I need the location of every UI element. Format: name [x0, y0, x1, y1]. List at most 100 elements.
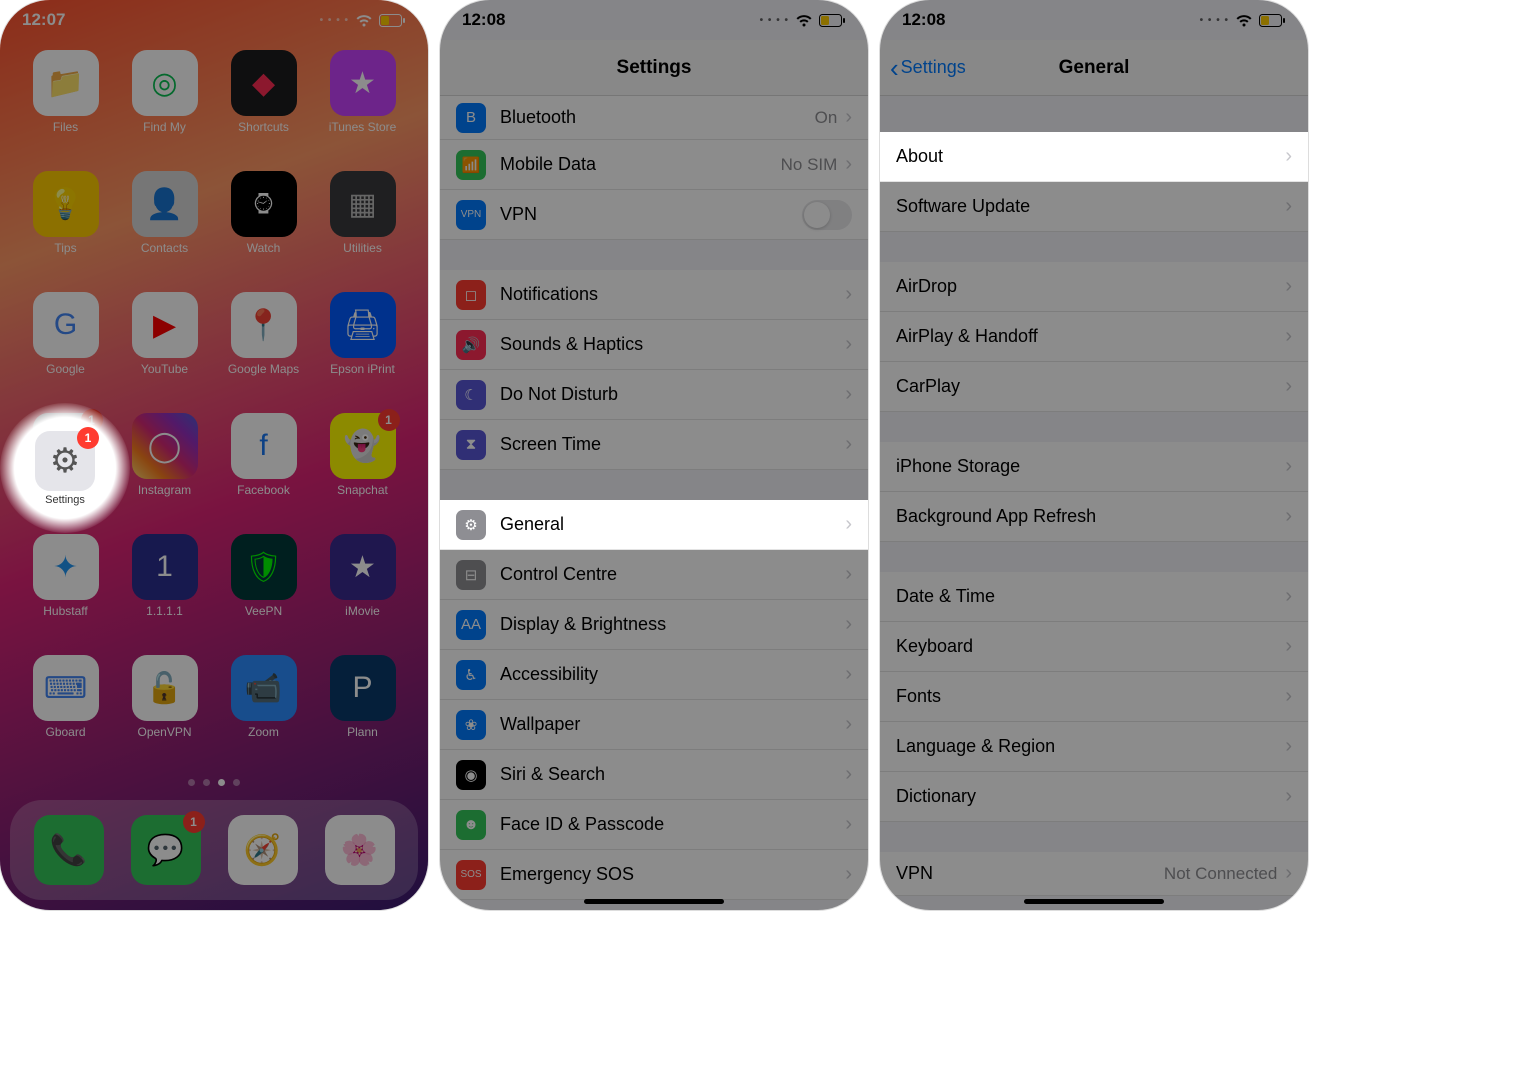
back-button[interactable]: ‹ Settings	[890, 55, 966, 81]
row-siri-search[interactable]: ◉Siri & Search›	[440, 750, 868, 800]
app-label: Utilities	[343, 241, 382, 255]
chevron-right-icon: ›	[1285, 195, 1292, 218]
row-wallpaper[interactable]: ❀Wallpaper›	[440, 700, 868, 750]
row-vpn[interactable]: VPNVPN	[440, 190, 868, 240]
home-indicator[interactable]	[584, 899, 724, 904]
app-veepn[interactable]: 🛡VeePN	[216, 534, 311, 649]
app-contacts[interactable]: 👤Contacts	[117, 171, 212, 286]
row-label: Do Not Disturb	[500, 384, 845, 405]
app-google[interactable]: GGoogle	[18, 292, 113, 407]
row-airplay-handoff[interactable]: AirPlay & Handoff›	[880, 312, 1308, 362]
app-watch[interactable]: ⌚︎Watch	[216, 171, 311, 286]
row-sounds-haptics[interactable]: 🔊Sounds & Haptics›	[440, 320, 868, 370]
app-shortcuts[interactable]: ◆Shortcuts	[216, 50, 311, 165]
app-icon[interactable]: 🔓	[132, 655, 198, 721]
row-date-time[interactable]: Date & Time›	[880, 572, 1308, 622]
row-mobile-data[interactable]: 📶Mobile DataNo SIM›	[440, 140, 868, 190]
app-icon[interactable]: ⌨	[33, 655, 99, 721]
app-utilities[interactable]: ▦ Utilities	[315, 171, 410, 286]
settings-list[interactable]: BBluetoothOn›📶Mobile DataNo SIM›VPNVPN ◻︎…	[440, 96, 868, 900]
row-keyboard[interactable]: Keyboard›	[880, 622, 1308, 672]
row-background-app-refresh[interactable]: Background App Refresh›	[880, 492, 1308, 542]
app-openvpn[interactable]: 🔓OpenVPN	[117, 655, 212, 770]
status-bar: 12:07 • • • •	[0, 0, 428, 40]
app-icon[interactable]: 📹	[231, 655, 297, 721]
row-vpn[interactable]: VPNNot Connected›	[880, 852, 1308, 896]
app-icon[interactable]: 🛡	[231, 534, 297, 600]
row-general[interactable]: ⚙︎General›	[440, 500, 868, 550]
row-iphone-storage[interactable]: iPhone Storage›	[880, 442, 1308, 492]
app-google-maps[interactable]: 📍Google Maps	[216, 292, 311, 407]
row-notifications[interactable]: ◻︎Notifications›	[440, 270, 868, 320]
app-hubstaff[interactable]: ✦Hubstaff	[18, 534, 113, 649]
row-software-update[interactable]: Software Update›	[880, 182, 1308, 232]
app-instagram[interactable]: ◯ Instagram	[117, 413, 212, 528]
app-icon[interactable]: ▶	[132, 292, 198, 358]
app-find-my[interactable]: ◎Find My	[117, 50, 212, 165]
row-fonts[interactable]: Fonts›	[880, 672, 1308, 722]
app-imovie[interactable]: ★iMovie	[315, 534, 410, 649]
app-icon[interactable]: ⌚︎	[231, 171, 297, 237]
app-icon[interactable]: 👻1	[330, 413, 396, 479]
row-icon: SOS	[456, 860, 486, 890]
app-icon[interactable]: 📍	[231, 292, 297, 358]
row-icon: ☻	[456, 810, 486, 840]
row-label: Emergency SOS	[500, 864, 845, 885]
app-facebook[interactable]: fFacebook	[216, 413, 311, 528]
row-label: Control Centre	[500, 564, 845, 585]
row-carplay[interactable]: CarPlay›	[880, 362, 1308, 412]
app-icon[interactable]: f	[231, 413, 297, 479]
row-face-id-passcode[interactable]: ☻Face ID & Passcode›	[440, 800, 868, 850]
app-plann[interactable]: PPlann	[315, 655, 410, 770]
row-dictionary[interactable]: Dictionary›	[880, 772, 1308, 822]
app-gboard[interactable]: ⌨Gboard	[18, 655, 113, 770]
row-control-centre[interactable]: ⊟Control Centre›	[440, 550, 868, 600]
app-icon[interactable]: ◎	[132, 50, 198, 116]
app-icon[interactable]: ✦	[33, 534, 99, 600]
dock-app-photos[interactable]: 🌸	[325, 815, 395, 885]
row-label: Background App Refresh	[896, 506, 1285, 527]
app-epson-iprint[interactable]: 🖨Epson iPrint	[315, 292, 410, 407]
general-list[interactable]: About›Software Update› AirDrop›AirPlay & …	[880, 96, 1308, 896]
row-label: Face ID & Passcode	[500, 814, 845, 835]
app-files[interactable]: 📁Files	[18, 50, 113, 165]
dock-app-phone[interactable]: 📞	[34, 815, 104, 885]
app-snapchat[interactable]: 👻1Snapchat	[315, 413, 410, 528]
status-time: 12:08	[462, 10, 505, 30]
app-icon[interactable]: ◆	[231, 50, 297, 116]
dock-app-messages[interactable]: 💬1	[131, 815, 201, 885]
app-icon[interactable]: 💡	[33, 171, 99, 237]
toggle-switch[interactable]	[802, 200, 852, 230]
page-indicator[interactable]	[0, 772, 428, 792]
app-icon[interactable]: 1	[132, 534, 198, 600]
app-1.1.1.1[interactable]: 11.1.1.1	[117, 534, 212, 649]
row-bluetooth[interactable]: BBluetoothOn›	[440, 96, 868, 140]
row-screen-time[interactable]: ⧗Screen Time›	[440, 420, 868, 470]
row-label: VPN	[896, 863, 1164, 884]
app-icon[interactable]: ◯	[132, 413, 198, 479]
highlight-settings[interactable]: ⚙︎ 1 Settings	[0, 403, 130, 533]
app-icon[interactable]: ★	[330, 50, 396, 116]
home-indicator[interactable]	[1024, 899, 1164, 904]
app-youtube[interactable]: ▶YouTube	[117, 292, 212, 407]
row-about[interactable]: About›	[880, 132, 1308, 182]
app-icon[interactable]: P	[330, 655, 396, 721]
app-icon[interactable]: 📁	[33, 50, 99, 116]
row-emergency-sos[interactable]: SOSEmergency SOS›	[440, 850, 868, 900]
app-icon[interactable]: 🖨	[330, 292, 396, 358]
app-icon[interactable]: ▦	[330, 171, 396, 237]
app-icon[interactable]: 👤	[132, 171, 198, 237]
row-display-brightness[interactable]: AADisplay & Brightness›	[440, 600, 868, 650]
app-label: Instagram	[138, 483, 191, 497]
row-language-region[interactable]: Language & Region›	[880, 722, 1308, 772]
app-zoom[interactable]: 📹Zoom	[216, 655, 311, 770]
row-accessibility[interactable]: ♿︎Accessibility›	[440, 650, 868, 700]
app-itunes-store[interactable]: ★iTunes Store	[315, 50, 410, 165]
app-icon[interactable]: ★	[330, 534, 396, 600]
app-tips[interactable]: 💡Tips	[18, 171, 113, 286]
settings-app-icon[interactable]: ⚙︎ 1	[35, 431, 95, 491]
app-icon[interactable]: G	[33, 292, 99, 358]
dock-app-safari[interactable]: 🧭	[228, 815, 298, 885]
row-airdrop[interactable]: AirDrop›	[880, 262, 1308, 312]
row-do-not-disturb[interactable]: ☾Do Not Disturb›	[440, 370, 868, 420]
